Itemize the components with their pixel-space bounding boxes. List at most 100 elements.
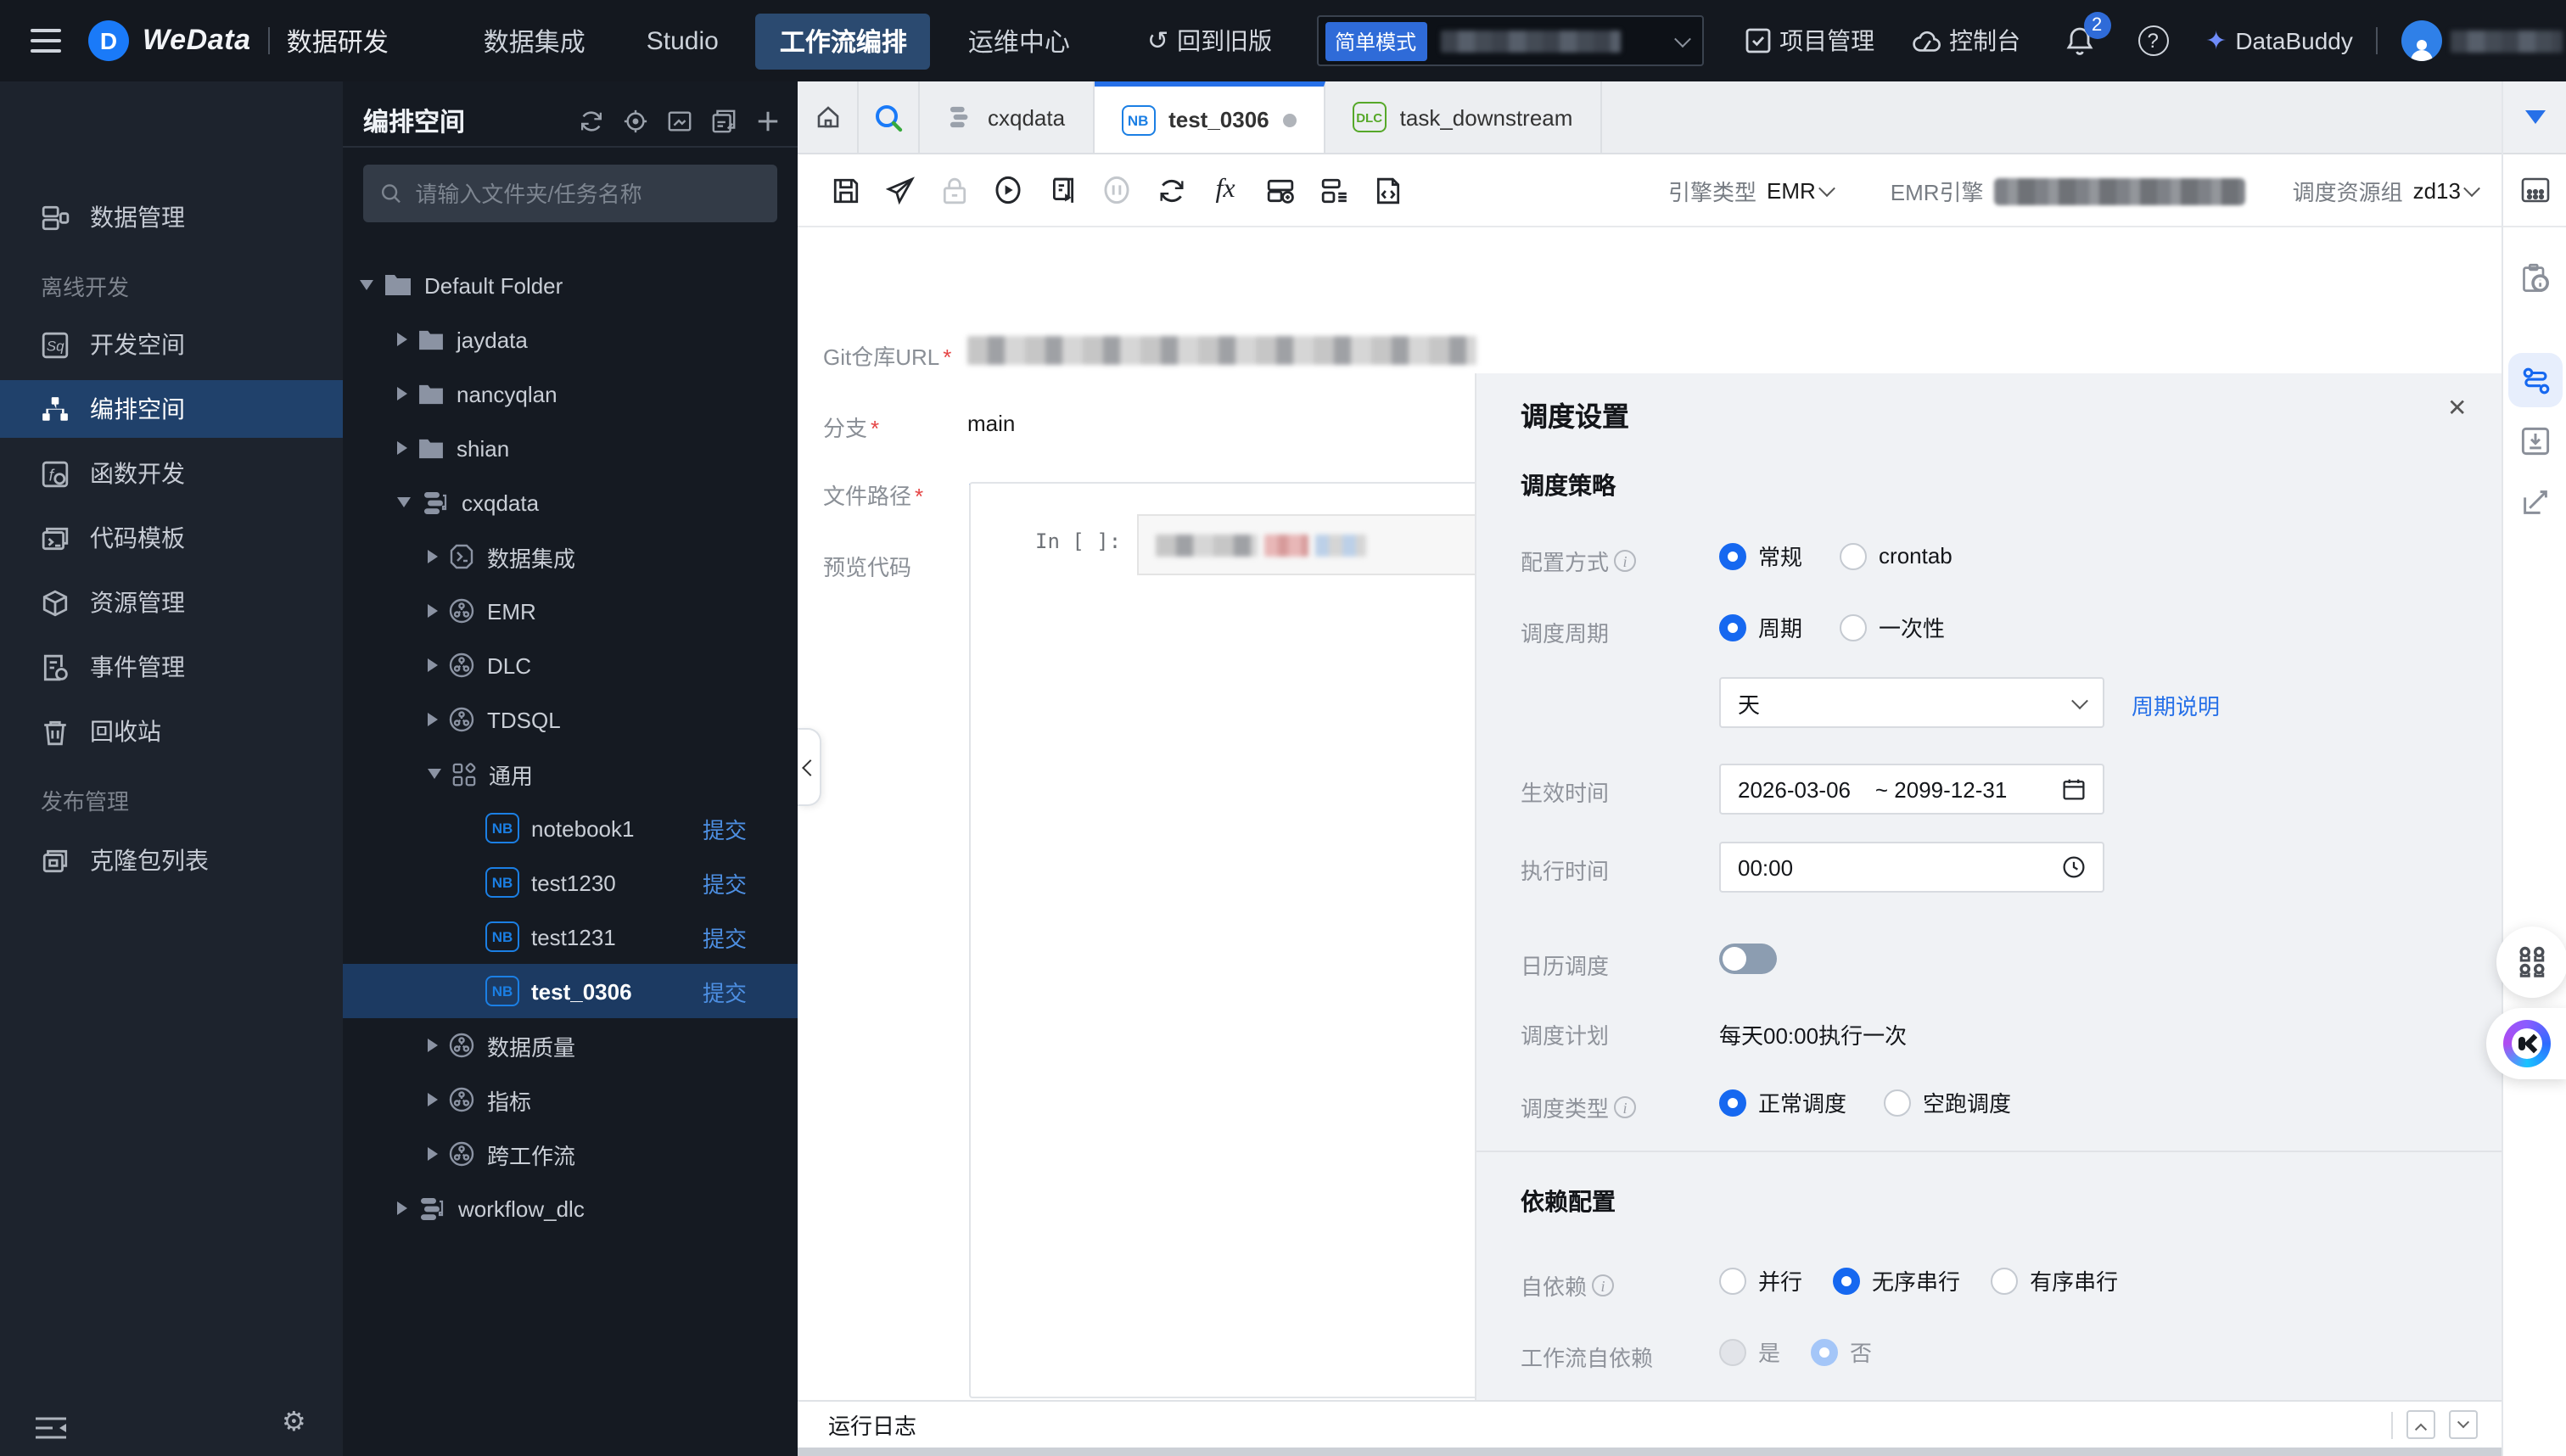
info-icon[interactable]: i — [1614, 550, 1637, 572]
exec-time-input[interactable]: 00:00 — [1719, 842, 2104, 893]
submit-link[interactable]: 提交 — [703, 812, 747, 844]
caret-right-icon[interactable] — [428, 604, 438, 618]
lineage-button[interactable] — [2508, 475, 2563, 529]
sidebar-item-dev-space[interactable]: Sq 开发空间 — [0, 316, 343, 373]
radio-normal-schedule[interactable]: 正常调度 — [1719, 1086, 1846, 1118]
radio-periodic[interactable]: 周期 — [1719, 611, 1802, 643]
tree-search-box[interactable] — [363, 165, 777, 222]
parameters-button[interactable] — [1252, 166, 1307, 214]
console-button[interactable]: 控制台 — [1912, 24, 2020, 58]
tab-home[interactable] — [798, 81, 859, 153]
nav-ops-center[interactable]: 运维中心 — [944, 13, 1094, 69]
grid-view-button[interactable] — [2503, 154, 2566, 227]
function-button[interactable]: fx — [1198, 166, 1252, 214]
radio-unordered-serial[interactable]: 无序串行 — [1833, 1264, 1960, 1296]
run-button[interactable] — [981, 166, 1035, 214]
info-icon[interactable]: i — [1592, 1274, 1615, 1296]
tree-node-tdsql[interactable]: TDSQL — [343, 692, 798, 747]
nav-data-integration[interactable]: 数据集成 — [460, 13, 609, 69]
radio-dry-run-schedule[interactable]: 空跑调度 — [1884, 1086, 2011, 1118]
notification-bell[interactable]: 2 — [2065, 12, 2111, 56]
caret-right-icon[interactable] — [428, 1093, 438, 1106]
radio-crontab[interactable]: crontab — [1840, 542, 1953, 569]
version-button[interactable] — [2508, 414, 2563, 468]
caret-right-icon[interactable] — [428, 713, 438, 726]
tree-node-data-integration[interactable]: 数据集成 — [343, 529, 798, 584]
radio-one-time[interactable]: 一次性 — [1840, 611, 1945, 643]
run-advanced-button[interactable] — [1035, 166, 1090, 214]
expand-log-button[interactable] — [2406, 1410, 2435, 1439]
calendar-schedule-toggle[interactable] — [1719, 944, 1777, 974]
info-icon[interactable]: i — [1614, 1096, 1637, 1118]
tree-node-workflow-dlc[interactable]: workflow_dlc — [343, 1181, 798, 1235]
tree-node-general[interactable]: 通用 — [343, 747, 798, 801]
tree-node-test-0306-selected[interactable]: NB test_0306 提交 — [343, 964, 798, 1018]
collapse-log-button[interactable] — [2449, 1410, 2478, 1439]
panel-view-icon[interactable] — [667, 108, 692, 133]
tree-node-default-folder[interactable]: Default Folder — [343, 258, 798, 312]
submit-button[interactable] — [872, 166, 927, 214]
refresh-button[interactable] — [1144, 166, 1198, 214]
databuddy-assistant-button[interactable] — [2486, 1008, 2566, 1079]
refresh-icon[interactable] — [579, 108, 604, 133]
tree-node-emr[interactable]: EMR — [343, 584, 798, 638]
tab-test-0306[interactable]: NB test_0306 — [1094, 81, 1325, 153]
tree-node-cross-workflow[interactable]: 跨工作流 — [343, 1127, 798, 1181]
caret-right-icon[interactable] — [397, 387, 407, 400]
sidebar-item-function-dev[interactable]: f 函数开发 — [0, 445, 343, 502]
engine-type-select[interactable]: EMR — [1767, 178, 1835, 204]
tree-node-metrics[interactable]: 指标 — [343, 1072, 798, 1127]
wedata-logo-icon[interactable]: D — [88, 20, 129, 61]
radio-ordered-serial[interactable]: 有序串行 — [1991, 1264, 2118, 1296]
sidebar-item-clone-package-list[interactable]: 克隆包列表 — [0, 832, 343, 889]
back-to-old-button[interactable]: ↺ 回到旧版 — [1147, 24, 1272, 58]
caret-right-icon[interactable] — [428, 1039, 438, 1052]
caret-down-icon[interactable] — [397, 497, 411, 507]
caret-right-icon[interactable] — [397, 1201, 407, 1215]
run-log-bar[interactable]: 运行日志 — [798, 1400, 2502, 1448]
collapse-tree-handle[interactable] — [798, 728, 821, 806]
tree-node-test1231[interactable]: NB test1231 提交 — [343, 910, 798, 964]
cycle-unit-select[interactable]: 天 — [1719, 677, 2104, 728]
sidebar-item-code-template[interactable]: 代码模板 — [0, 509, 343, 567]
nav-studio[interactable]: Studio — [623, 16, 742, 65]
sidebar-item-resource-management[interactable]: 资源管理 — [0, 574, 343, 631]
tree-node-shian[interactable]: shian — [343, 421, 798, 475]
resource-group-select[interactable]: zd13 — [2413, 178, 2480, 204]
tree-node-data-quality[interactable]: 数据质量 — [343, 1018, 798, 1072]
tree-node-dlc[interactable]: DLC — [343, 638, 798, 692]
tree-node-notebook1[interactable]: NB notebook1 提交 — [343, 801, 798, 855]
tree-node-jaydata[interactable]: jaydata — [343, 312, 798, 367]
tree-search-input[interactable] — [415, 181, 760, 206]
tab-search[interactable] — [859, 81, 920, 153]
task-info-button[interactable] — [2508, 251, 2563, 305]
radio-parallel[interactable]: 并行 — [1719, 1264, 1802, 1296]
submit-link[interactable]: 提交 — [703, 975, 747, 1007]
databuddy-button[interactable]: ✦ DataBuddy — [2205, 25, 2353, 56]
tab-task-downstream[interactable]: DLC task_downstream — [1325, 81, 1602, 153]
add-icon[interactable] — [755, 108, 781, 133]
caret-right-icon[interactable] — [428, 1147, 438, 1161]
tree-node-cxqdata[interactable]: cxqdata — [343, 475, 798, 529]
help-icon[interactable]: ? — [2137, 25, 2169, 56]
effective-time-range-input[interactable]: 2026-03-06 ~ 2099-12-31 — [1719, 764, 2104, 815]
radio-regular[interactable]: 常规 — [1719, 540, 1802, 572]
app-launcher-button[interactable] — [2496, 927, 2566, 998]
batch-edit-icon[interactable] — [711, 108, 737, 133]
cycle-help-link[interactable]: 周期说明 — [2132, 689, 2220, 721]
submit-link[interactable]: 提交 — [703, 921, 747, 953]
sidebar-item-event-management[interactable]: 事件管理 — [0, 638, 343, 696]
caret-right-icon[interactable] — [397, 441, 407, 455]
project-management-button[interactable]: 项目管理 — [1744, 24, 1874, 58]
project-mode-select[interactable]: 简单模式 — [1316, 15, 1704, 66]
caret-right-icon[interactable] — [397, 333, 407, 346]
sidebar-item-data-management[interactable]: 数据管理 — [0, 188, 343, 246]
sidebar-item-recycle-bin[interactable]: 回收站 — [0, 703, 343, 760]
tab-overflow-button[interactable] — [2503, 81, 2566, 154]
structure-button[interactable] — [1307, 166, 1361, 214]
user-account[interactable] — [2401, 20, 2563, 61]
collapse-sidebar-icon[interactable] — [34, 1415, 68, 1441]
code-file-button[interactable] — [1361, 166, 1415, 214]
tree-node-test1230[interactable]: NB test1230 提交 — [343, 855, 798, 910]
settings-gear-icon[interactable]: ⚙ — [282, 1405, 306, 1439]
